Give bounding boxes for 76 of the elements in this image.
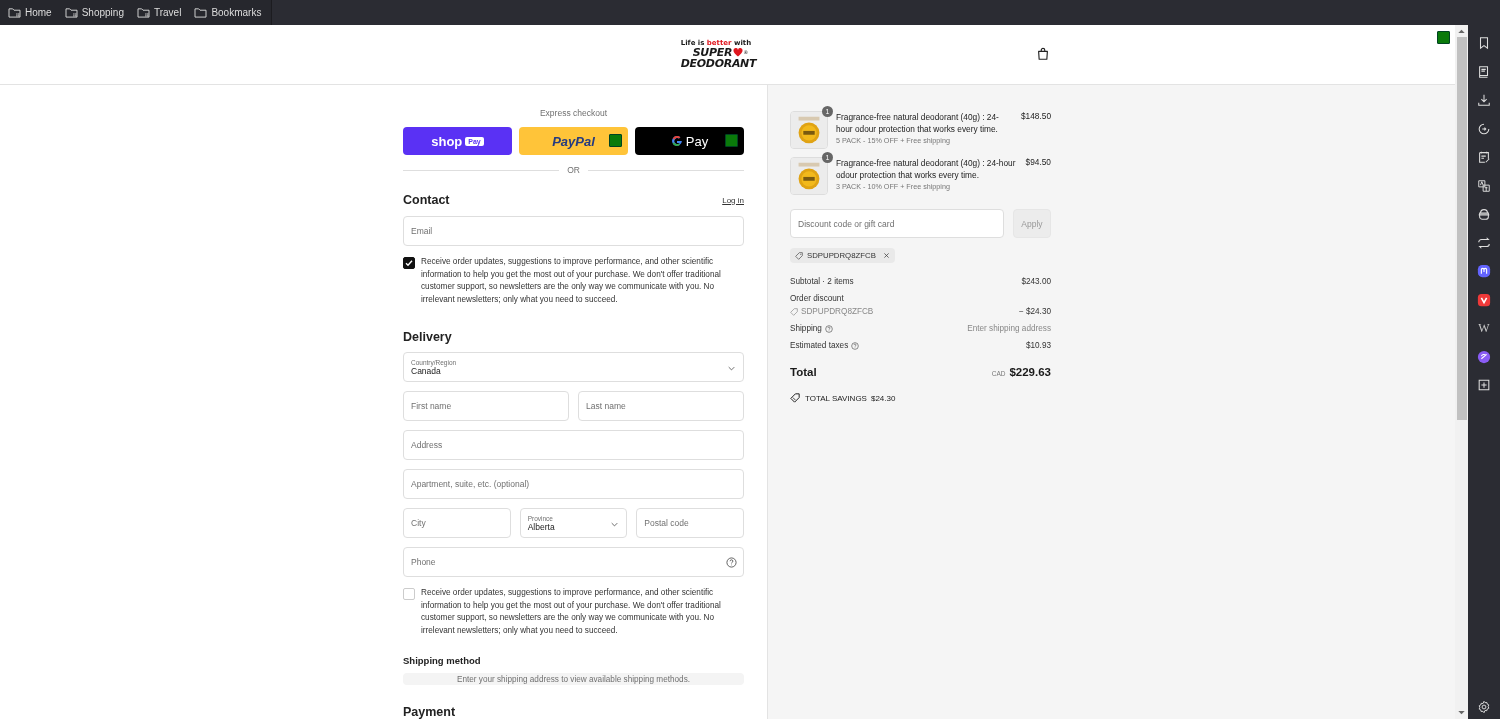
folder-grid-icon bbox=[8, 7, 21, 18]
text-field[interactable]: Apartment, suite, etc. (optional) bbox=[403, 469, 744, 499]
shipping-notice: Enter your shipping address to view available shipping methods. bbox=[403, 673, 744, 685]
summary-label: Estimated taxes bbox=[790, 341, 849, 350]
newsletter-consent-text: Receive order updates, suggestions to improve performance, and other scientific information to help you get the most out of your purchase. We don't offer traditional customer support, so newsletters are the only way we communicate with you. No irrelevant newsletters; only what you need to succeed. bbox=[421, 587, 722, 637]
total-savings-label: TOTAL SAVINGS bbox=[805, 393, 867, 403]
mastodon-icon[interactable] bbox=[1477, 264, 1491, 278]
tag-icon bbox=[795, 251, 803, 260]
total-amount: $229.63 bbox=[1009, 366, 1051, 378]
product-price: $148.50 bbox=[1021, 111, 1051, 123]
add-icon[interactable] bbox=[1477, 378, 1491, 392]
bookmark-link[interactable]: Shopping bbox=[64, 7, 124, 18]
extension-marker-icon bbox=[725, 134, 738, 147]
vivaldi-icon[interactable] bbox=[1477, 292, 1491, 307]
paypal-button[interactable]: PayPal bbox=[519, 127, 628, 155]
text-field[interactable]: First name bbox=[403, 391, 569, 421]
app-icon[interactable] bbox=[1477, 349, 1491, 364]
summary-label: Order discount bbox=[790, 294, 844, 303]
summary-label: Shipping bbox=[790, 324, 822, 333]
email-field[interactable]: Email bbox=[403, 216, 744, 246]
section-heading: Delivery bbox=[403, 330, 453, 344]
chevron-down-icon bbox=[611, 522, 619, 527]
bookmark-link[interactable]: Travel bbox=[136, 7, 182, 18]
login-link[interactable]: Log in bbox=[722, 195, 744, 205]
close-icon[interactable] bbox=[882, 252, 890, 259]
translate-icon[interactable] bbox=[1477, 178, 1491, 193]
summary-value: Enter shipping address bbox=[967, 324, 1051, 333]
product-title: Fragrance-free natural deodorant (40g) : 24-hour odour protection that works every time. bbox=[836, 111, 1000, 135]
tags-icon bbox=[790, 393, 800, 403]
text-field[interactable]: City bbox=[403, 508, 511, 538]
settings-icon[interactable] bbox=[1477, 700, 1491, 714]
extension-marker-icon bbox=[1437, 31, 1450, 44]
text-field[interactable]: Last name bbox=[578, 391, 744, 421]
notes-icon[interactable] bbox=[1477, 150, 1491, 164]
discount-code: SDPUPDRQ8ZFCB bbox=[790, 307, 874, 316]
extension-marker-icon bbox=[609, 134, 622, 147]
total-savings-value: $24.30 bbox=[870, 393, 896, 403]
bookmark-link[interactable]: Bookmarks bbox=[194, 7, 262, 18]
summary-label: Subtotal · 2 items bbox=[790, 277, 854, 286]
summary-value: − $24.30 bbox=[1018, 307, 1051, 316]
total-label: Total bbox=[790, 366, 817, 378]
newsletter-consent-text: Receive order updates, suggestions to improve performance, and other scientific information to help you get the most out of your purchase. We don't offer traditional customer support, so newsletters are the only way we communicate with you. No irrelevant newsletters; only what you need to succeed. bbox=[421, 256, 722, 306]
history-icon[interactable] bbox=[1477, 121, 1491, 136]
scrollbar[interactable] bbox=[1455, 25, 1468, 719]
chevron-down-icon bbox=[728, 366, 735, 371]
book-icon[interactable] bbox=[1477, 64, 1491, 79]
web-panel-button[interactable]: W bbox=[1478, 321, 1490, 335]
section-heading: Contact bbox=[403, 193, 450, 207]
scroll-up-arrow-icon[interactable] bbox=[1458, 29, 1465, 33]
or-separator-text: OR bbox=[567, 165, 580, 175]
heart-icon bbox=[733, 48, 744, 57]
text-field[interactable]: Postal code bbox=[636, 508, 744, 538]
section-heading: Payment bbox=[403, 705, 457, 719]
sync-icon[interactable] bbox=[1477, 235, 1491, 250]
product-title: Fragrance-free natural deodorant (40g) : 24-hour odour protection that works every time. bbox=[836, 157, 1017, 181]
download-icon[interactable] bbox=[1477, 93, 1491, 107]
help-icon[interactable] bbox=[726, 556, 737, 568]
folder-icon bbox=[194, 7, 208, 18]
express-checkout-title: Express checkout bbox=[538, 108, 609, 118]
bookmark-icon[interactable] bbox=[1477, 36, 1491, 50]
summary-value: $10.93 bbox=[1025, 341, 1051, 350]
text-field[interactable]: Address bbox=[403, 430, 744, 460]
google-pay-button[interactable]: Pay bbox=[635, 127, 744, 155]
phone-field[interactable]: Phone bbox=[403, 547, 744, 577]
summary-value: $243.00 bbox=[1021, 277, 1051, 286]
section-heading: Shipping method bbox=[403, 655, 482, 666]
folder-grid-icon bbox=[136, 7, 150, 18]
google-icon bbox=[670, 135, 683, 147]
shopping-bag-icon[interactable] bbox=[1036, 47, 1050, 61]
tag-icon bbox=[790, 307, 798, 316]
checkbox[interactable] bbox=[403, 257, 415, 269]
product-price: $94.50 bbox=[1025, 157, 1051, 169]
bookmark-link[interactable]: Home bbox=[8, 7, 52, 18]
scroll-down-arrow-icon[interactable] bbox=[1458, 711, 1465, 715]
print-icon[interactable] bbox=[1477, 207, 1491, 221]
folder-grid-icon bbox=[64, 7, 78, 18]
